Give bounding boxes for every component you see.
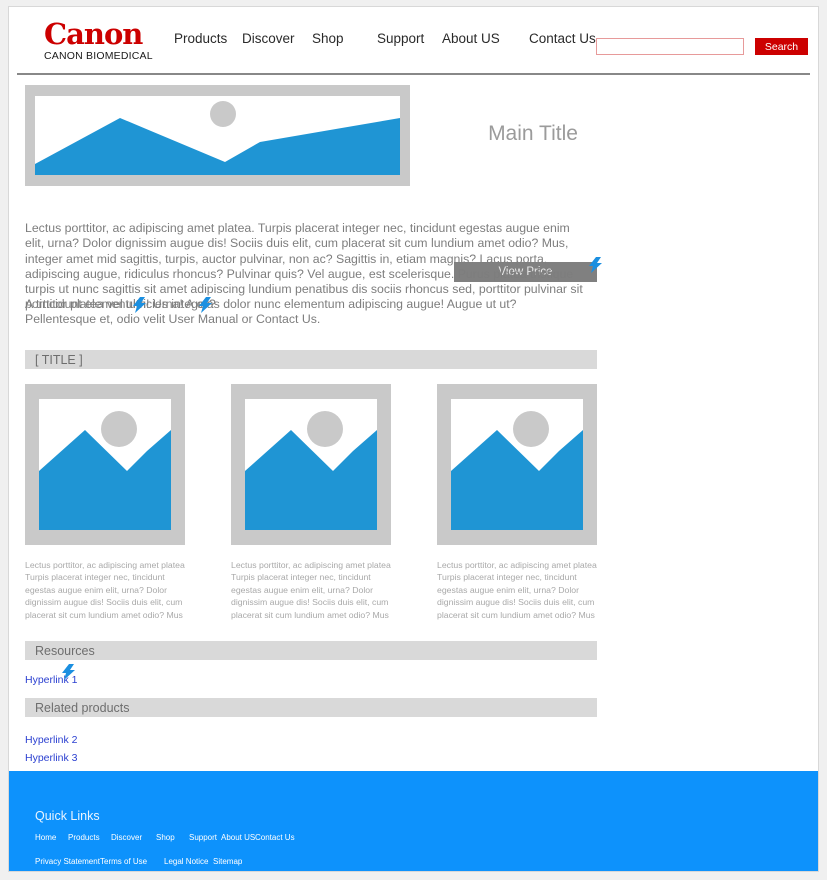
footer-link-legal-notice[interactable]: Legal Notice <box>164 857 208 866</box>
card-image-inner <box>39 399 171 530</box>
footer-heading: Quick Links <box>35 809 100 823</box>
search-input[interactable] <box>596 38 744 55</box>
site-footer: Quick Links Home Products Discover Shop Supp… <box>9 771 818 871</box>
nav-item-products[interactable]: Products <box>174 31 227 46</box>
related-hyperlink-2[interactable]: Hyperlink 2 <box>25 734 78 746</box>
product-card[interactable]: Lectus porttitor, ac adipiscing amet pla… <box>437 384 597 621</box>
product-card-grid: Lectus porttitor, ac adipiscing amet pla… <box>25 384 597 621</box>
card-image-placeholder <box>437 384 597 545</box>
section-header-related-products: Related products <box>25 698 597 717</box>
footer-link-about-us[interactable]: About US <box>221 833 255 842</box>
card-caption: Lectus porttitor, ac adipiscing amet pla… <box>25 560 185 620</box>
card-image-placeholder <box>231 384 391 545</box>
mountain-graphic-icon <box>35 118 400 175</box>
hero-image-inner <box>35 96 400 175</box>
mountain-graphic-icon <box>245 430 377 530</box>
card-caption: Lectus porttitor, ac adipiscing amet pla… <box>437 560 597 620</box>
mountain-graphic-icon <box>451 430 583 530</box>
footer-link-terms-of-use[interactable]: Terms of Use <box>100 857 147 866</box>
nav-item-contact-us[interactable]: Contact Us <box>529 31 596 46</box>
section-header-title: [ TITLE ] <box>25 350 597 369</box>
related-hyperlink-3[interactable]: Hyperlink 3 <box>25 752 78 764</box>
page-title: Main Title <box>488 122 578 145</box>
card-image-placeholder <box>25 384 185 545</box>
footer-link-support[interactable]: Support <box>189 833 217 842</box>
product-card[interactable]: Lectus porttitor, ac adipiscing amet pla… <box>231 384 391 621</box>
section-header-resources: Resources <box>25 641 597 660</box>
search-area: Search <box>596 38 808 55</box>
card-image-inner <box>451 399 583 530</box>
resources-hyperlink-1[interactable]: Hyperlink 1 <box>25 674 78 686</box>
site-header: Canon CANON BIOMEDICAL Products Discover S… <box>9 7 818 75</box>
nav-item-support[interactable]: Support <box>377 31 424 46</box>
footer-link-contact-us[interactable]: Contact Us <box>255 833 295 842</box>
nav-item-about-us[interactable]: About US <box>442 31 500 46</box>
footer-link-privacy-statement[interactable]: Privacy Statement <box>35 857 100 866</box>
canon-logo-subtext: CANON BIOMEDICAL <box>44 50 153 62</box>
canon-logo-wordmark: Canon <box>44 17 143 51</box>
footer-link-products[interactable]: Products <box>68 833 100 842</box>
search-button[interactable]: Search <box>755 38 808 55</box>
footer-link-discover[interactable]: Discover <box>111 833 142 842</box>
card-image-inner <box>245 399 377 530</box>
footer-link-sitemap[interactable]: Sitemap <box>213 857 242 866</box>
nav-item-discover[interactable]: Discover <box>242 31 295 46</box>
card-caption: Lectus porttitor, ac adipiscing amet pla… <box>231 560 391 620</box>
secondary-paragraph: A tincidunt elementum! Urna! A cras dolo… <box>25 297 517 327</box>
header-divider <box>17 73 810 75</box>
product-card[interactable]: Lectus porttitor, ac adipiscing amet pla… <box>25 384 185 621</box>
footer-link-shop[interactable]: Shop <box>156 833 175 842</box>
mountain-graphic-icon <box>39 430 171 530</box>
hero-image-placeholder <box>25 85 410 186</box>
browser-page: Canon CANON BIOMEDICAL Products Discover S… <box>8 6 819 872</box>
canon-logo[interactable]: Canon CANON BIOMEDICAL <box>44 19 184 63</box>
footer-link-home[interactable]: Home <box>35 833 56 842</box>
nav-item-shop[interactable]: Shop <box>312 31 344 46</box>
